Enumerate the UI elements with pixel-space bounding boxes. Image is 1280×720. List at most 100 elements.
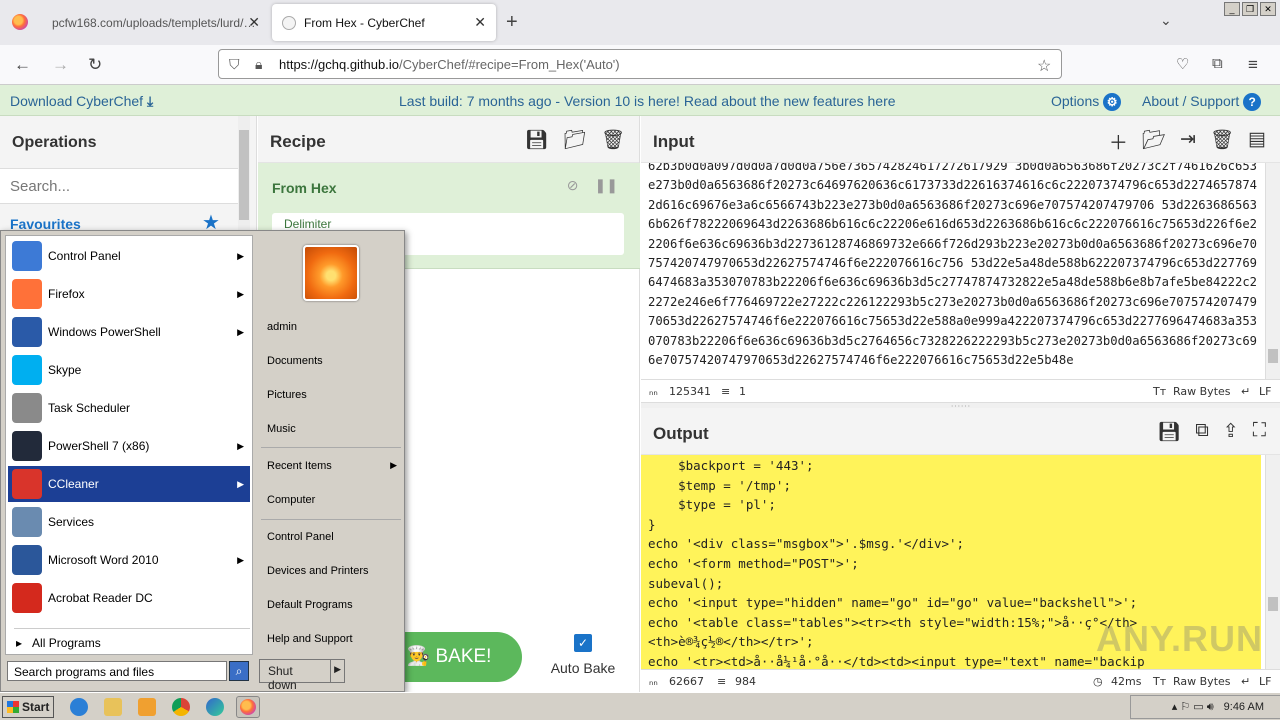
start-button[interactable]: Start xyxy=(2,696,54,718)
trash-icon[interactable]: 🗑︎ xyxy=(601,128,625,152)
music-link[interactable]: Music xyxy=(267,423,296,435)
arrow-right-icon[interactable]: ▶ xyxy=(237,327,244,338)
reload-icon[interactable]: ↻ xyxy=(88,55,102,75)
build-notice[interactable]: Last build: 7 months ago - Version 10 is… xyxy=(399,93,896,109)
input-format[interactable]: Raw Bytes xyxy=(1173,385,1231,398)
powershell7-icon xyxy=(12,431,42,461)
close-icon[interactable]: ✕ xyxy=(248,14,260,31)
program-item[interactable]: PowerShell 7 (x86) ▶ xyxy=(8,428,250,464)
default-programs-link[interactable]: Default Programs xyxy=(267,599,353,611)
program-item[interactable]: Services xyxy=(8,504,250,540)
documents-link[interactable]: Documents xyxy=(267,355,323,367)
save-icon[interactable]: 💾︎ xyxy=(525,128,549,152)
arrow-right-icon[interactable]: ▶ xyxy=(237,289,244,300)
restore-button[interactable]: ❐ xyxy=(1242,2,1258,16)
program-label: Skype xyxy=(48,363,82,377)
bookmark-star-icon[interactable]: ☆ xyxy=(1037,56,1051,76)
open-folder-icon[interactable]: 📂︎ xyxy=(1142,128,1166,155)
back-arrow-icon[interactable]: ← xyxy=(14,55,31,75)
input-scrollbar[interactable] xyxy=(1265,163,1280,379)
checkbox-checked-icon[interactable]: ✓ xyxy=(574,634,592,652)
edge-icon[interactable] xyxy=(206,698,224,716)
tab-cyberchef[interactable]: From Hex - CyberChef ✕ xyxy=(272,4,496,41)
search-icon[interactable]: ⌕ xyxy=(229,661,249,681)
recent-items-link[interactable]: Recent Items ▶ xyxy=(267,460,397,472)
program-item[interactable]: Firefox ▶ xyxy=(8,276,250,312)
download-link[interactable]: Download CyberChef ⤓ xyxy=(10,93,153,110)
input-eol[interactable]: LF xyxy=(1259,385,1271,398)
chevron-down-icon[interactable]: ⌄ xyxy=(1160,12,1172,29)
open-file-icon[interactable]: ⇥ xyxy=(1180,128,1196,155)
help-support-link[interactable]: Help and Support xyxy=(267,633,353,645)
trash-icon[interactable]: 🗑︎ xyxy=(1210,128,1234,155)
acrobat-icon xyxy=(12,583,42,613)
devices-printers-link[interactable]: Devices and Printers xyxy=(267,565,369,577)
program-item[interactable]: Microsoft Word 2010 ▶ xyxy=(8,542,250,578)
tray-icons[interactable]: ▴ ⚐ ▭ 🔊︎ xyxy=(1172,700,1214,714)
user-name-link[interactable]: admin xyxy=(267,321,297,333)
options-link[interactable]: Options ⚙ xyxy=(1051,93,1122,112)
program-item[interactable]: Task Scheduler xyxy=(8,390,250,426)
firefox-taskbar-button[interactable] xyxy=(236,696,260,718)
scrollbar-thumb[interactable] xyxy=(1268,597,1278,611)
shutdown-button[interactable]: Shut down ▶ xyxy=(259,659,345,692)
arrow-right-icon[interactable]: ▶ xyxy=(331,660,344,682)
forward-arrow-icon[interactable]: → xyxy=(52,55,69,75)
lock-icon[interactable]: 🔒︎ xyxy=(255,56,262,73)
chrome-icon[interactable] xyxy=(172,698,190,716)
input-textarea[interactable]: 62b3b0d0a097d0d0a7d0d0a756e7365742824617… xyxy=(641,163,1280,379)
control-panel-link[interactable]: Control Panel xyxy=(267,531,334,543)
auto-bake-checkbox[interactable]: ✓ Auto Bake xyxy=(548,634,618,676)
computer-link[interactable]: Computer xyxy=(267,494,315,506)
minimize-button[interactable]: _ xyxy=(1224,2,1240,16)
copy-icon[interactable]: ⧉ xyxy=(1195,420,1209,444)
program-item[interactable]: Control Panel ▶ xyxy=(8,238,250,274)
all-programs-link[interactable]: ▸ All Programs xyxy=(16,636,101,650)
program-item[interactable]: CCleaner ▶ xyxy=(8,466,250,502)
input-text[interactable]: 62b3b0d0a097d0d0a7d0d0a756e7365742824617… xyxy=(648,163,1264,370)
firefox-icon[interactable] xyxy=(12,14,28,30)
arrow-right-icon[interactable]: ▶ xyxy=(237,479,244,490)
clock[interactable]: 9:46 AM xyxy=(1224,701,1264,713)
new-tab-icon[interactable]: + xyxy=(506,11,518,34)
arrow-right-icon[interactable]: ▶ xyxy=(237,441,244,452)
media-player-icon[interactable] xyxy=(138,698,156,716)
input-status-bar: ₙₙ 125341 ≡ 1 Tт Raw Bytes ↵ LF xyxy=(641,379,1280,403)
arrow-right-icon[interactable]: ▶ xyxy=(237,251,244,262)
scrollbar-thumb[interactable] xyxy=(1268,349,1278,363)
help-icon: ? xyxy=(1243,93,1262,112)
url-bar[interactable]: ⛉ 🔒︎ https://gchq.github.io/CyberChef/#r… xyxy=(218,49,1062,79)
menu-icon[interactable]: ≡ xyxy=(1248,55,1258,75)
close-icon[interactable]: ✕ xyxy=(474,14,486,31)
add-tab-icon[interactable]: ＋ xyxy=(1109,128,1128,155)
maximize-icon[interactable]: ⛶ xyxy=(1253,420,1266,444)
output-format[interactable]: Raw Bytes xyxy=(1173,675,1231,688)
pause-icon[interactable]: ❚❚ xyxy=(595,177,618,194)
replace-input-icon[interactable]: ⇪ xyxy=(1223,420,1239,444)
options-label: Options xyxy=(1051,93,1100,109)
operations-search-input[interactable]: Search... xyxy=(0,168,238,204)
arrow-right-icon[interactable]: ▶ xyxy=(237,555,244,566)
close-window-button[interactable]: ✕ xyxy=(1260,2,1276,16)
output-scrollbar[interactable] xyxy=(1265,455,1280,669)
ie-icon[interactable] xyxy=(70,698,88,716)
pocket-icon[interactable]: ♡ xyxy=(1176,55,1189,73)
program-item[interactable]: Windows PowerShell ▶ xyxy=(8,314,250,350)
program-item[interactable]: Acrobat Reader DC xyxy=(8,580,250,616)
start-search-input[interactable]: Search programs and files xyxy=(7,661,227,681)
user-avatar[interactable] xyxy=(303,245,359,301)
layout-icon[interactable]: ▤ xyxy=(1248,128,1266,155)
program-item[interactable]: Skype xyxy=(8,352,250,388)
explorer-folder-icon[interactable] xyxy=(104,698,122,716)
pictures-link[interactable]: Pictures xyxy=(267,389,307,401)
shield-icon[interactable]: ⛉ xyxy=(229,56,240,73)
disable-icon[interactable]: ⊘ xyxy=(567,177,579,194)
save-icon[interactable]: 💾︎ xyxy=(1157,420,1181,444)
folder-icon[interactable]: 📁︎ xyxy=(563,128,587,152)
extensions-icon[interactable]: ⧉ xyxy=(1212,55,1223,72)
tab-pcfw168[interactable]: pcfw168.com/uploads/templets/lurd/1... ✕ xyxy=(42,0,270,45)
control-panel-icon xyxy=(12,241,42,271)
about-link[interactable]: About / Support ? xyxy=(1142,93,1262,112)
output-eol[interactable]: LF xyxy=(1259,675,1271,688)
scrollbar-thumb[interactable] xyxy=(239,130,249,220)
